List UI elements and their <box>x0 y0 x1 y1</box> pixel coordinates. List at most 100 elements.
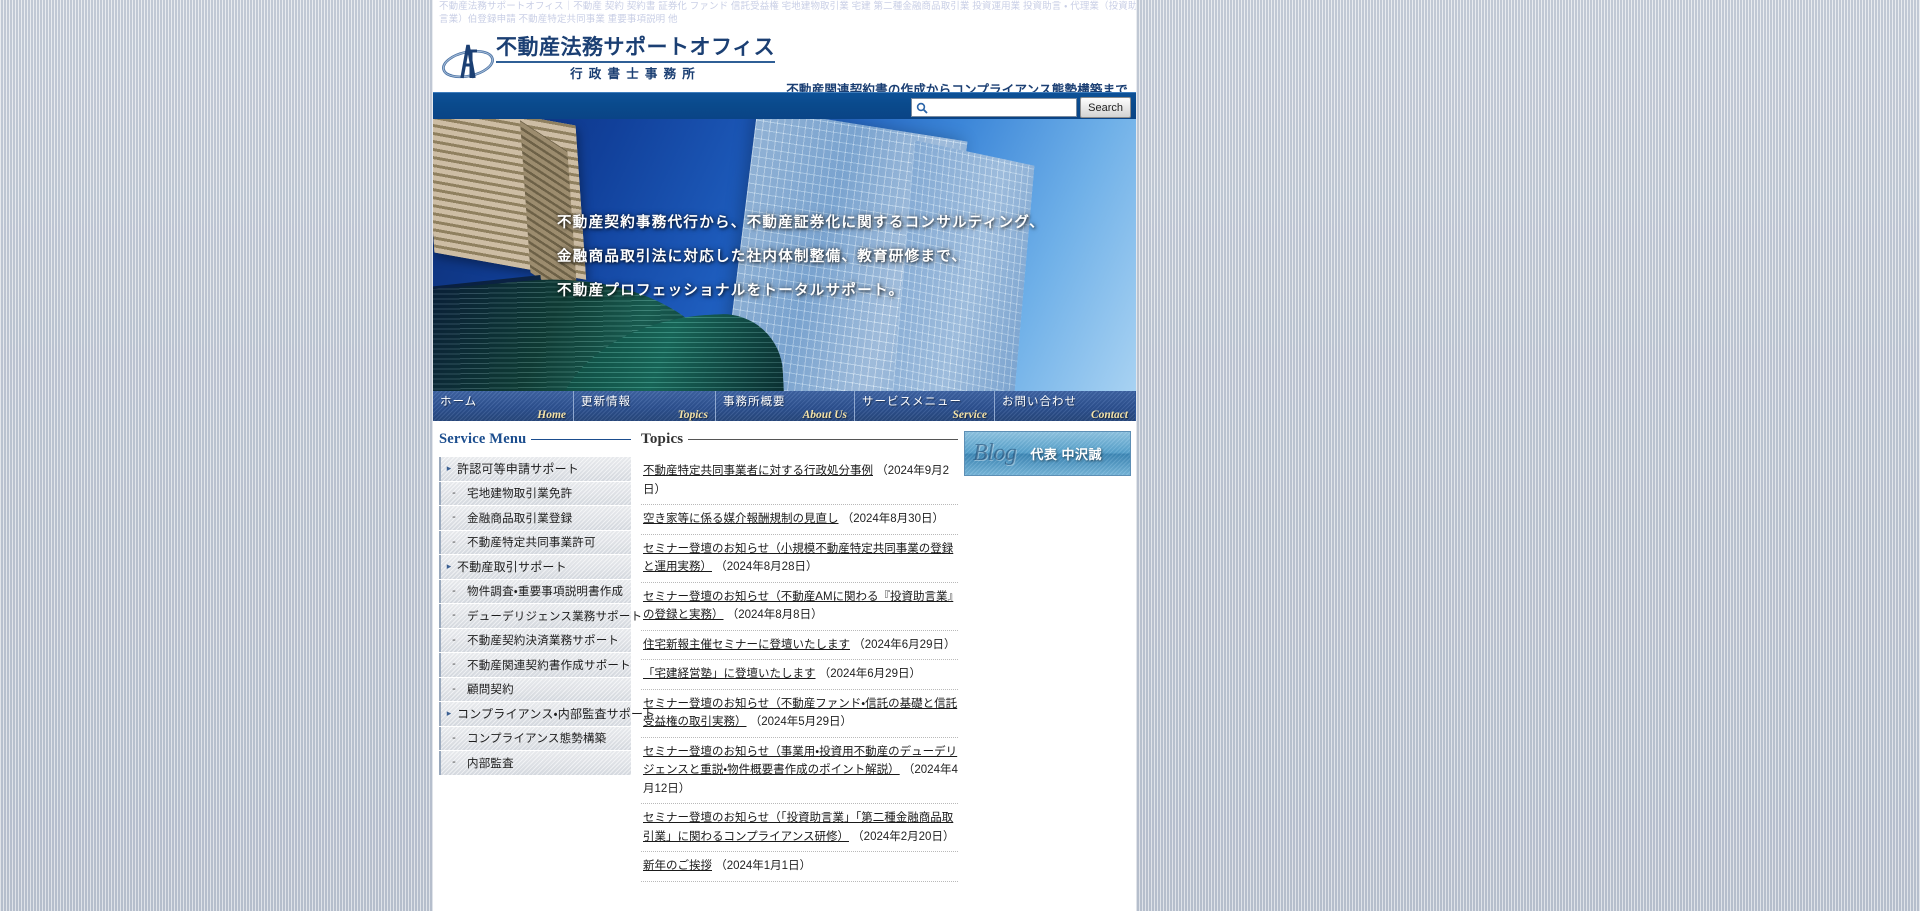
topic-row: 「宅建経営塾」に登壇いたします （2024年6月29日） <box>641 660 958 690</box>
search-icon <box>915 101 928 114</box>
hero-line-1: 不動産契約事務代行から、不動産証券化に関するコンサルティング、 <box>557 215 1045 231</box>
sidebar-item-11[interactable]: - コンプライアンス態勢構築 <box>439 726 631 750</box>
topics-heading-label: Topics <box>641 431 684 447</box>
dash-icon: - <box>452 756 456 769</box>
topic-row: セミナー登壇のお知らせ（不動産ファンド・信託の基礎と信託受益権の取引実務） （2… <box>641 690 958 738</box>
site-logo[interactable]: 不動産法務サポートオフィス 行政書士事務所 <box>440 31 776 87</box>
caret-right-icon: ▸ <box>446 463 452 474</box>
topic-link[interactable]: 「宅建経営塾」に登壇いたします <box>643 668 816 680</box>
blog-banner-author: 代表 中沢誠 <box>1030 447 1102 462</box>
nav-item-about-us-label-en: About Us <box>802 409 847 421</box>
sidebar-item-label: 物件調査・重要事項説明書作成 <box>467 586 624 599</box>
topic-row: 空き家等に係る媒介報酬規制の見直し （2024年8月30日） <box>641 505 958 535</box>
sidebar-item-label: 金融商品取引業登録 <box>467 512 573 525</box>
sidebar-item-6[interactable]: - デューデリジェンス業務サポート <box>439 604 642 628</box>
company-monogram-icon <box>440 31 496 87</box>
hero-copy: 不動産契約事務代行から、不動産証券化に関するコンサルティング、 金融商品取引法に… <box>557 214 1117 300</box>
sidebar-item-8[interactable]: - 不動産関連契約書作成サポート <box>439 653 631 677</box>
dash-icon: - <box>452 609 456 622</box>
sidebar-item-label: 不動産関連契約書作成サポート <box>467 659 631 672</box>
nav-item-service-label-en: Service <box>952 409 987 421</box>
dash-icon: - <box>452 633 456 646</box>
nav-item-topics[interactable]: 更新情報 Topics <box>574 391 716 421</box>
sidebar-item-0[interactable]: ▸ 許認可等申請サポート <box>439 457 631 481</box>
dash-icon: - <box>452 731 456 744</box>
topic-date: （2024年6月29日） <box>818 668 921 680</box>
topic-link[interactable]: 不動産特定共同事業者に対する行政処分事例 <box>643 465 873 477</box>
nav-item-contact-label-ja: お問い合わせ <box>1002 396 1077 408</box>
sidebar-item-label: コンプライアンス・内部監査サポート <box>457 707 656 722</box>
dash-icon: - <box>452 584 456 597</box>
topic-row: セミナー登壇のお知らせ（不動産AMに関わる『投資助言業』の登録と実務） （202… <box>641 583 958 631</box>
blog-banner[interactable]: Blog 代表 中沢誠 <box>964 431 1131 476</box>
search-bar: Search <box>433 92 1136 119</box>
topic-row: セミナー登壇のお知らせ（「投資助言業」「第二種金融商品取引業」に関わるコンプライ… <box>641 804 958 852</box>
keyword-strip: 不動産法務サポートオフィス｜不動産 契約 契約書 証券化 ファンド 信託受益権 … <box>433 0 1136 28</box>
topic-row: 住宅新報主催セミナーに登壇いたします （2024年6月29日） <box>641 631 958 660</box>
search-input[interactable] <box>928 100 1074 115</box>
topics-section: Topics 不動産特定共同事業者に対する行政処分事例 （2024年9月2日）空… <box>635 431 964 882</box>
sidebar-item-3[interactable]: - 不動産特定共同事業許可 <box>439 530 631 554</box>
logo-wordmark: 不動産法務サポートオフィス 行政書士事務所 <box>496 35 776 83</box>
sidebar-item-7[interactable]: - 不動産契約決済業務サポート <box>439 628 631 652</box>
dash-icon: - <box>452 535 456 548</box>
topic-date: （2024年8月8日） <box>726 609 823 621</box>
topic-row: セミナー登壇のお知らせ（事業用・投資用不動産のデューデリジェンスと重説・物件概要… <box>641 738 958 804</box>
hero-banner: 不動産契約事務代行から、不動産証券化に関するコンサルティング、 金融商品取引法に… <box>433 119 1136 391</box>
sidebar-item-label: 許認可等申請サポート <box>457 462 580 477</box>
page-gutter-right <box>1136 0 1920 911</box>
sidebar-item-5[interactable]: - 物件調査・重要事項説明書作成 <box>439 579 631 603</box>
nav-item-about-us[interactable]: 事務所概要 About Us <box>716 391 855 421</box>
nav-item-home-label-ja: ホーム <box>440 396 478 408</box>
sidebar-item-9[interactable]: - 顧問契約 <box>439 677 631 701</box>
sidebar-item-2[interactable]: - 金融商品取引業登録 <box>439 506 631 530</box>
right-rail: Blog 代表 中沢誠 <box>964 431 1136 841</box>
nav-item-service-label-ja: サービスメニュー <box>862 396 962 408</box>
blog-banner-word: Blog <box>973 440 1017 466</box>
topic-date: （2024年2月20日） <box>852 830 955 843</box>
topics-heading: Topics <box>641 431 958 448</box>
sidebar-item-1[interactable]: - 宅地建物取引業免許 <box>439 481 631 505</box>
dash-icon: - <box>452 682 456 695</box>
sidebar-heading-label: Service Menu <box>439 431 527 447</box>
content-area: Service Menu ▸ 許認可等申請サポート - 宅地建物取引業免許 - 金融商品取… <box>433 421 1136 882</box>
topic-row: セミナー登壇のお知らせ（小規模不動産特定共同事業の登録と運用実務） （2024年… <box>641 535 958 583</box>
nav-item-home-label-en: Home <box>537 409 566 421</box>
sidebar-item-label: 宅地建物取引業免許 <box>467 488 573 501</box>
topics-list: 不動産特定共同事業者に対する行政処分事例 （2024年9月2日） 空き家等に係る媒… <box>641 457 958 882</box>
sidebar-item-12[interactable]: - 内部監査 <box>439 751 631 775</box>
logo-sub-text: 行政書士事務所 <box>570 66 701 81</box>
topic-row: 新年のご挨拶 （2024年1月1日） <box>641 852 958 882</box>
nav-item-contact[interactable]: お問い合わせ Contact <box>995 391 1135 421</box>
topic-link[interactable]: 住宅新報主催セミナーに登壇いたします <box>643 639 850 651</box>
sidebar-heading-rule <box>531 439 631 440</box>
caret-right-icon: ▸ <box>446 561 452 572</box>
dash-icon: - <box>452 658 456 671</box>
caret-right-icon: ▸ <box>446 708 452 719</box>
sidebar-item-label: 顧問契約 <box>467 684 514 697</box>
search-button[interactable]: Search <box>1080 97 1131 118</box>
sidebar-item-label: 不動産取引サポート <box>457 560 567 575</box>
site-column: 不動産法務サポートオフィス｜不動産 契約 契約書 証券化 ファンド 信託受益権 … <box>433 0 1136 911</box>
sidebar-item-4[interactable]: ▸ 不動産取引サポート <box>439 555 631 579</box>
sidebar-item-10[interactable]: ▸ コンプライアンス・内部監査サポート <box>439 702 655 726</box>
sidebar-menu: ▸ 許認可等申請サポート - 宅地建物取引業免許 - 金融商品取引業登録 - 不動産特定共同事… <box>439 457 655 775</box>
search-field[interactable] <box>911 98 1078 117</box>
nav-item-service[interactable]: サービスメニュー Service <box>855 391 995 421</box>
sidebar-item-label: 内部監査 <box>467 757 514 770</box>
site-header: 不動産法務サポートオフィス 行政書士事務所 不動産関連契約書の作成からコンプライ… <box>433 28 1136 97</box>
sidebar-item-label: 不動産契約決済業務サポート <box>467 635 620 648</box>
topic-date: （2024年1月1日） <box>715 860 812 872</box>
page-root: 不動産法務サポートオフィス｜不動産 契約 契約書 証券化 ファンド 信託受益権 … <box>0 0 1920 911</box>
sidebar-item-label: 不動産特定共同事業許可 <box>467 537 596 550</box>
logo-main-text: 不動産法務サポートオフィス <box>496 35 776 63</box>
topic-link[interactable]: 空き家等に係る媒介報酬規制の見直し <box>643 513 839 525</box>
keyword-strip-text: 不動産法務サポートオフィス｜不動産 契約 契約書 証券化 ファンド 信託受益権 … <box>439 1 1136 25</box>
nav-item-contact-label-en: Contact <box>1090 409 1128 421</box>
topic-link[interactable]: 新年のご挨拶 <box>643 860 712 872</box>
page-gutter-left <box>0 0 433 911</box>
topic-date: （2024年6月29日） <box>853 638 956 651</box>
nav-item-home[interactable]: ホーム Home <box>433 391 574 421</box>
topic-date: （2024年8月30日） <box>841 513 944 525</box>
nav-item-topics-label-ja: 更新情報 <box>581 396 631 408</box>
